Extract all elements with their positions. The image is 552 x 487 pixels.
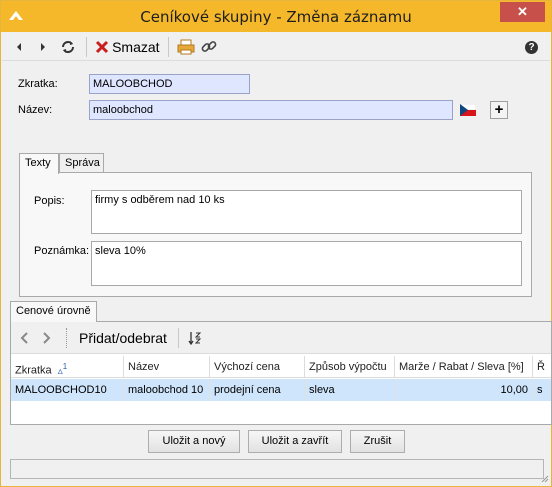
tab-texty[interactable]: Texty	[19, 153, 59, 174]
cell-zpusob-vypoctu: sleva	[305, 379, 395, 401]
cell-marze: 10,00	[395, 379, 533, 401]
grid-header: Zkratka ▵1 Název Výchozí cena Způsob výp…	[11, 356, 551, 378]
link-icon	[201, 41, 217, 52]
delete-button[interactable]: Smazat	[95, 36, 160, 58]
save-and-close-button[interactable]: Uložit a zavřít	[248, 430, 342, 453]
price-levels-grid: Přidat/odebrat Zkratka ▵1 Název Výchozí …	[10, 321, 552, 425]
zkratka-field[interactable]: MALOOBCHOD	[89, 74, 250, 94]
grid-toolbar-divider	[178, 328, 179, 348]
delete-label: Smazat	[112, 39, 160, 55]
help-icon: ?	[525, 41, 538, 54]
toolbar-divider	[168, 37, 169, 57]
link-button[interactable]	[201, 36, 217, 58]
grid-next-button[interactable]	[41, 331, 51, 348]
nazev-label: Název:	[18, 104, 53, 116]
refresh-icon	[62, 41, 74, 53]
column-header-marze[interactable]: Marže / Rabat / Sleva [%]	[395, 356, 533, 378]
dialog-window: Ceníkové skupiny - Změna záznamu ✕ Smaza…	[0, 0, 552, 487]
popis-label: Popis:	[34, 195, 65, 207]
add-button[interactable]: +	[490, 101, 508, 119]
status-bar	[10, 459, 544, 479]
cell-zkratka: MALOOBCHOD10	[11, 379, 124, 401]
sort-icon	[188, 332, 202, 346]
close-button[interactable]: ✕	[500, 2, 545, 22]
grid-toolbar: Přidat/odebrat	[11, 322, 551, 354]
column-header-zpusob-vypoctu[interactable]: Způsob výpočtu	[305, 356, 395, 378]
add-remove-button[interactable]: Přidat/odebrat	[79, 330, 167, 346]
language-flag-button[interactable]	[459, 103, 477, 119]
main-toolbar: Smazat ?	[2, 33, 550, 61]
chevron-right-icon	[43, 332, 51, 344]
cancel-button[interactable]: Zrušit	[350, 430, 405, 453]
printer-icon	[177, 39, 195, 55]
arrow-left-icon	[17, 43, 21, 51]
czech-flag-icon	[459, 103, 477, 116]
print-button[interactable]	[177, 36, 195, 58]
grid-toolbar-divider	[66, 328, 67, 348]
resize-grip-icon[interactable]	[539, 473, 549, 483]
zkratka-label: Zkratka:	[18, 78, 58, 90]
delete-x-icon	[95, 40, 109, 54]
popis-textarea[interactable]: firmy s odběrem nad 10 ks	[91, 190, 522, 234]
column-header-vychozi-cena[interactable]: Výchozí cena	[210, 356, 305, 378]
next-record-button[interactable]	[38, 36, 48, 58]
poznamka-label: Poznámka:	[34, 245, 90, 257]
previous-record-button[interactable]	[14, 36, 24, 58]
sort-order-number: 1	[62, 362, 68, 371]
title-bar[interactable]: Ceníkové skupiny - Změna záznamu ✕	[1, 1, 551, 32]
column-header-nazev[interactable]: Název	[124, 356, 210, 378]
column-header-extra[interactable]: Ř	[533, 356, 551, 378]
refresh-button[interactable]	[60, 36, 76, 58]
poznamka-textarea[interactable]: sleva 10%	[91, 241, 522, 286]
save-and-new-button[interactable]: Uložit a nový	[148, 430, 240, 453]
help-button[interactable]: ?	[525, 36, 538, 58]
table-row[interactable]: MALOOBCHOD10 maloobchod 10 prodejní cena…	[11, 379, 551, 401]
cell-nazev: maloobchod 10	[124, 379, 210, 401]
tab-cenove-urovne[interactable]: Cenové úrovně	[10, 301, 97, 322]
window-title: Ceníkové skupiny - Změna záznamu	[140, 8, 412, 26]
toolbar-divider	[86, 37, 87, 57]
column-header-zkratka[interactable]: Zkratka ▵1	[11, 356, 124, 378]
cell-vychozi-cena: prodejní cena	[210, 379, 305, 401]
column-label: Zkratka	[15, 364, 52, 377]
tab-sprava[interactable]: Správa	[59, 153, 104, 173]
grid-previous-button[interactable]	[20, 331, 30, 348]
nazev-field[interactable]: maloobchod	[89, 100, 453, 120]
sort-button[interactable]	[188, 331, 202, 348]
texty-panel: Popis: firmy s odběrem nad 10 ks Poznámk…	[19, 172, 532, 297]
arrow-right-icon	[41, 43, 45, 51]
cell-extra: s	[537, 384, 543, 396]
chevron-left-icon	[20, 332, 28, 344]
